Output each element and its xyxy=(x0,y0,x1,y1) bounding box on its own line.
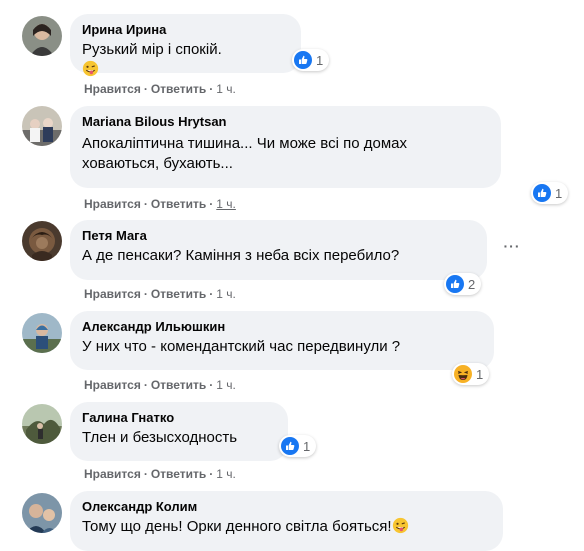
avatar[interactable] xyxy=(22,16,62,56)
reaction-summary[interactable]: 1 xyxy=(452,363,490,385)
comment-timestamp[interactable]: 1 ч. xyxy=(216,197,236,211)
reply-button[interactable]: Ответить xyxy=(151,378,206,392)
avatar[interactable] xyxy=(22,493,62,533)
reply-button[interactable]: Ответить xyxy=(151,82,206,96)
reaction-summary[interactable]: 1 xyxy=(531,182,569,204)
comment-bubble: Mariana Bilous Hrytsan Апокаліптична тиш… xyxy=(70,106,501,188)
comment-author[interactable]: Петя Мага xyxy=(82,228,475,244)
comment-actions: Нравится · Ответить · 1 ч. xyxy=(84,466,236,482)
comment-timestamp[interactable]: 1 ч. xyxy=(216,82,236,96)
avatar[interactable] xyxy=(22,404,62,444)
comment-timestamp[interactable]: 1 ч. xyxy=(216,287,236,301)
separator: · xyxy=(143,82,148,96)
reaction-count: 1 xyxy=(316,52,324,68)
reaction-summary[interactable]: 2 xyxy=(444,273,482,295)
reaction-count: 2 xyxy=(468,276,476,292)
like-button[interactable]: Нравится xyxy=(84,82,141,96)
like-button[interactable]: Нравится xyxy=(84,467,141,481)
reaction-count: 1 xyxy=(476,366,484,382)
separator: · xyxy=(209,378,214,392)
comment-text: А де пенсаки? Каміння з неба всіх переби… xyxy=(82,247,400,264)
comment-author[interactable]: Ирина Ирина xyxy=(82,22,289,38)
comment-author[interactable]: Олександр Колим xyxy=(82,499,491,515)
separator: · xyxy=(143,287,148,301)
avatar[interactable] xyxy=(22,221,62,261)
reply-button[interactable]: Ответить xyxy=(151,287,206,301)
comment-text: Тому що день! Орки денного світла боятьс… xyxy=(82,517,491,537)
separator: · xyxy=(209,287,214,301)
avatar[interactable] xyxy=(22,106,62,146)
reaction-summary[interactable]: 1 xyxy=(279,435,317,457)
comment-author[interactable]: Александр Ильюшкин xyxy=(82,319,482,335)
comment-text: Тлен и безысходность xyxy=(82,429,238,446)
comment-bubble: Ирина Ирина Рузький мір і спокій. xyxy=(70,14,301,77)
separator: · xyxy=(209,197,214,211)
reply-button[interactable]: Ответить xyxy=(151,197,206,211)
separator: · xyxy=(209,467,214,481)
comment-bubble: Галина Гнатко Тлен и безысходность xyxy=(70,402,288,461)
separator: · xyxy=(143,378,148,392)
comment-bubble: Олександр Колим Тому що день! Орки денно… xyxy=(70,491,503,551)
avatar[interactable] xyxy=(22,313,62,353)
reply-button[interactable]: Ответить xyxy=(151,467,206,481)
like-button[interactable]: Нравится xyxy=(84,197,141,211)
separator: · xyxy=(143,197,148,211)
comment-text: У них что - комендантский час передвинул… xyxy=(82,338,401,355)
like-button[interactable]: Нравится xyxy=(84,287,141,301)
comment-actions: Нравится · Ответить · 1 ч. xyxy=(84,81,236,97)
comment-author[interactable]: Галина Гнатко xyxy=(82,410,276,426)
haha-icon xyxy=(454,365,472,383)
comment-bubble: Петя Мага А де пенсаки? Каміння з неба в… xyxy=(70,220,487,280)
like-icon xyxy=(294,51,312,69)
comment-text-body: Тому що день! Орки денного світла боятьс… xyxy=(82,518,392,535)
comment-text: Апокаліптична тишина... Чи може всі по д… xyxy=(82,135,407,172)
comment-actions: Нравится · Ответить · 1 ч. xyxy=(84,377,236,393)
comment-actions: Нравится · Ответить · 1 ч. xyxy=(84,286,236,302)
reaction-summary[interactable]: 1 xyxy=(292,49,330,71)
comment-text: Рузький мір і спокій. xyxy=(82,40,289,80)
reaction-count: 1 xyxy=(555,185,563,201)
separator: · xyxy=(209,82,214,96)
comment-timestamp[interactable]: 1 ч. xyxy=(216,378,236,392)
comment-author[interactable]: Mariana Bilous Hrytsan xyxy=(82,114,489,130)
winking-tongue-emoji xyxy=(392,517,408,534)
like-icon xyxy=(533,184,551,202)
comment-bubble: Александр Ильюшкин У них что - комендант… xyxy=(70,311,494,370)
comment-actions: Нравится · Ответить · 1 ч. xyxy=(84,196,236,212)
like-icon xyxy=(446,275,464,293)
separator: · xyxy=(143,467,148,481)
comment-text-body: Рузький мір і спокій. xyxy=(82,41,222,58)
like-button[interactable]: Нравится xyxy=(84,378,141,392)
more-options-icon[interactable]: ··· xyxy=(500,237,524,261)
like-icon xyxy=(281,437,299,455)
reaction-count: 1 xyxy=(303,438,311,454)
comment-timestamp[interactable]: 1 ч. xyxy=(216,467,236,481)
winking-tongue-emoji xyxy=(82,60,99,77)
